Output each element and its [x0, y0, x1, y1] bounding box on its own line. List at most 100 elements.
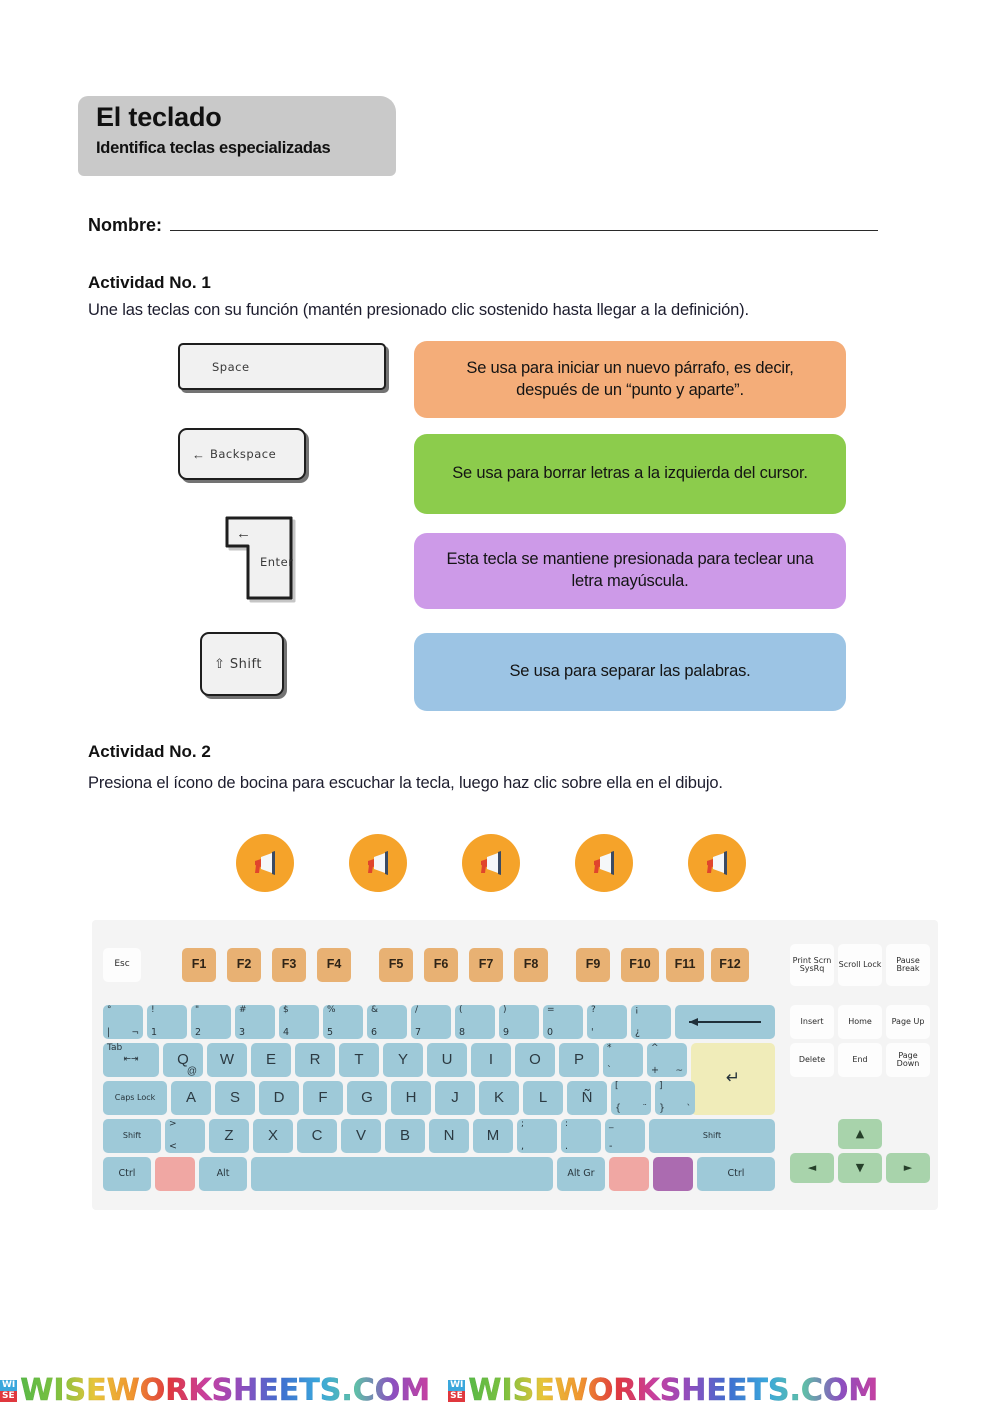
key-4[interactable]: $ 4 [279, 1005, 319, 1039]
key-o[interactable]: O [515, 1043, 555, 1077]
arrow-down-key[interactable]: ▼ [838, 1153, 882, 1183]
speaker-button-4[interactable] [575, 834, 633, 892]
key-f3[interactable]: F3 [272, 948, 306, 982]
key-fn-left[interactable] [155, 1157, 195, 1191]
key-k[interactable]: K [479, 1081, 519, 1115]
key-shift-right[interactable]: Shift [649, 1119, 775, 1153]
key-8[interactable]: ( 8 [455, 1005, 495, 1039]
key-f10[interactable]: F10 [621, 948, 659, 982]
key-7[interactable]: / 7 [411, 1005, 451, 1039]
key-ctrl-right[interactable]: Ctrl [697, 1157, 775, 1191]
arrow-right-key[interactable]: ► [886, 1153, 930, 1183]
definition-box-3[interactable]: Esta tecla se mantiene presionada para t… [414, 533, 846, 609]
key-z[interactable]: Z [209, 1119, 249, 1153]
key-9[interactable]: ) 9 [499, 1005, 539, 1039]
key-alt-gr[interactable]: Alt Gr [557, 1157, 605, 1191]
arrow-up-key[interactable]: ▲ [838, 1119, 882, 1149]
key-q[interactable]: Q @ [163, 1043, 203, 1077]
speaker-button-1[interactable] [236, 834, 294, 892]
key-print-screen[interactable]: Print Scrn SysRq [790, 944, 834, 986]
key-page-down[interactable]: Page Down [886, 1043, 930, 1077]
key-insert[interactable]: Insert [790, 1005, 834, 1039]
key-w[interactable]: W [207, 1043, 247, 1077]
key-f9[interactable]: F9 [576, 948, 610, 982]
key-delete[interactable]: Delete [790, 1043, 834, 1077]
key-f6[interactable]: F6 [424, 948, 458, 982]
key-page-up[interactable]: Page Up [886, 1005, 930, 1039]
key-i[interactable]: I [471, 1043, 511, 1077]
speaker-button-3[interactable] [462, 834, 520, 892]
key-f11[interactable]: F11 [666, 948, 704, 982]
key-f[interactable]: F [303, 1081, 343, 1115]
key-b[interactable]: B [385, 1119, 425, 1153]
key-image-space[interactable]: Space [178, 343, 386, 390]
key-0[interactable]: = 0 [543, 1005, 583, 1039]
speaker-button-5[interactable] [688, 834, 746, 892]
key-f5[interactable]: F5 [379, 948, 413, 982]
key-v[interactable]: V [341, 1119, 381, 1153]
key-apostrophe[interactable]: ? ' [587, 1005, 627, 1039]
key-period[interactable]: : . [561, 1119, 601, 1153]
arrow-left-key[interactable]: ◄ [790, 1153, 834, 1183]
key-y[interactable]: Y [383, 1043, 423, 1077]
key-g[interactable]: G [347, 1081, 387, 1115]
key-bracket-open[interactable]: [ { ¨ [611, 1081, 651, 1115]
key-e[interactable]: E [251, 1043, 291, 1077]
key-3[interactable]: # 3 [235, 1005, 275, 1039]
key-a[interactable]: A [171, 1081, 211, 1115]
key-f4[interactable]: F4 [317, 948, 351, 982]
key-5[interactable]: % 5 [323, 1005, 363, 1039]
key-image-shift[interactable]: ⇧ Shift [200, 632, 284, 696]
key-6[interactable]: & 6 [367, 1005, 407, 1039]
key-j[interactable]: J [435, 1081, 475, 1115]
key-scroll-lock[interactable]: Scroll Lock [838, 944, 882, 986]
key-enye[interactable]: Ñ [567, 1081, 607, 1115]
key-u[interactable]: U [427, 1043, 467, 1077]
key-h[interactable]: H [391, 1081, 431, 1115]
key-less-greater[interactable]: > < [165, 1119, 205, 1153]
key-pause-break[interactable]: Pause Break [886, 944, 930, 986]
definition-box-2[interactable]: Se usa para borrar letras a la izquierda… [414, 434, 846, 514]
key-menu[interactable] [653, 1157, 693, 1191]
key-f1[interactable]: F1 [182, 948, 216, 982]
key-f7[interactable]: F7 [469, 948, 503, 982]
definition-box-1[interactable]: Se usa para iniciar un nuevo párrafo, es… [414, 341, 846, 418]
key-esc[interactable]: Esc [103, 948, 141, 982]
key-n[interactable]: N [429, 1119, 469, 1153]
key-tab[interactable]: Tab ⇤⇥ [103, 1043, 159, 1077]
key-enter[interactable]: ↵ [691, 1043, 775, 1115]
key-d[interactable]: D [259, 1081, 299, 1115]
key-c[interactable]: C [297, 1119, 337, 1153]
key-backspace[interactable] [675, 1005, 775, 1039]
key-alt-left[interactable]: Alt [199, 1157, 247, 1191]
key-f12[interactable]: F12 [711, 948, 749, 982]
key-inverted-question[interactable]: ¡ ¿ [631, 1005, 671, 1039]
key-l[interactable]: L [523, 1081, 563, 1115]
key-accent[interactable]: * ` [603, 1043, 643, 1077]
key-hyphen[interactable]: _ - [605, 1119, 645, 1153]
key-t[interactable]: T [339, 1043, 379, 1077]
key-f2[interactable]: F2 [227, 948, 261, 982]
key-end[interactable]: End [838, 1043, 882, 1077]
key-p[interactable]: P [559, 1043, 599, 1077]
key-ctrl-left[interactable]: Ctrl [103, 1157, 151, 1191]
key-s[interactable]: S [215, 1081, 255, 1115]
key-space[interactable] [251, 1157, 553, 1191]
speaker-button-2[interactable] [349, 834, 407, 892]
key-m[interactable]: M [473, 1119, 513, 1153]
key-plus[interactable]: ^ + ~ [647, 1043, 687, 1077]
key-x[interactable]: X [253, 1119, 293, 1153]
key-bracket-close[interactable]: ] } ` [655, 1081, 695, 1115]
key-home[interactable]: Home [838, 1005, 882, 1039]
key-comma[interactable]: ; , [517, 1119, 557, 1153]
key-2[interactable]: " 2 [191, 1005, 231, 1039]
key-1[interactable]: ! 1 [147, 1005, 187, 1039]
key-caps-lock[interactable]: Caps Lock [103, 1081, 167, 1115]
key-r[interactable]: R [295, 1043, 335, 1077]
key-fn-right[interactable] [609, 1157, 649, 1191]
name-input[interactable] [170, 216, 878, 231]
key-shift-left[interactable]: Shift [103, 1119, 161, 1153]
key-image-backspace[interactable]: ← Backspace [178, 428, 306, 480]
key-pipe[interactable]: ° | ¬ [103, 1005, 143, 1039]
key-image-enter[interactable]: ← Enter [220, 513, 298, 603]
